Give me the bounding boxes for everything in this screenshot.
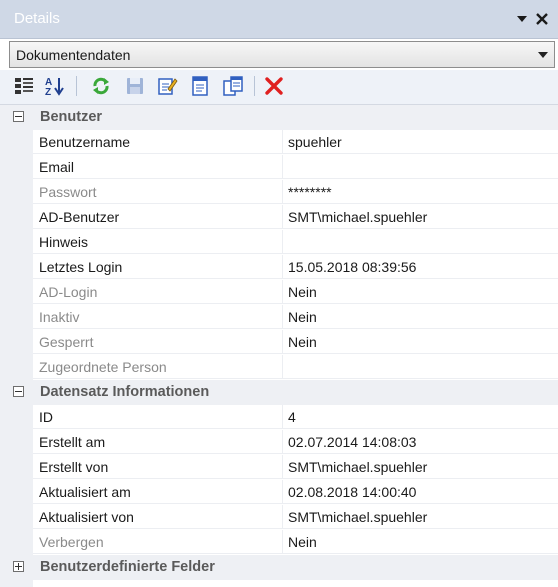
property-name: Email: [33, 155, 283, 179]
property-value[interactable]: SMT\michael.spuehler: [283, 205, 558, 229]
collapse-icon[interactable]: [13, 386, 24, 397]
property-value[interactable]: 02.07.2014 14:08:03: [283, 430, 558, 454]
category-label: Benutzer: [40, 109, 103, 125]
edit-icon[interactable]: [156, 75, 178, 97]
property-name: Passwort: [33, 180, 283, 204]
property-value[interactable]: ********: [283, 180, 558, 204]
toolbar-separator: [254, 76, 255, 96]
property-row-aktualisiert-am[interactable]: Aktualisiert am 02.08.2018 14:00:40: [0, 480, 558, 505]
toolbar: AZ: [0, 70, 558, 104]
property-name: Aktualisiert am: [33, 480, 283, 504]
property-value[interactable]: 4: [283, 405, 558, 429]
property-name: Verbergen: [33, 530, 283, 554]
view-selector-dropdown[interactable]: Dokumentendaten: [9, 41, 555, 68]
property-name: Letztes Login: [33, 255, 283, 279]
property-value[interactable]: Nein: [283, 280, 558, 304]
property-name: Erstellt am: [33, 430, 283, 454]
property-row-ad-benutzer[interactable]: AD-Benutzer SMT\michael.spuehler: [0, 205, 558, 230]
property-row-letztes-login[interactable]: Letztes Login 15.05.2018 08:39:56: [0, 255, 558, 280]
property-name: Benutzername: [33, 130, 283, 154]
property-row-inaktiv[interactable]: Inaktiv Nein: [0, 305, 558, 330]
property-row-hinweis[interactable]: Hinweis: [0, 230, 558, 255]
property-row-aktualisiert-von[interactable]: Aktualisiert von SMT\michael.spuehler: [0, 505, 558, 530]
property-value[interactable]: [283, 155, 558, 179]
property-row-email[interactable]: Email: [0, 155, 558, 180]
delete-icon[interactable]: [263, 75, 285, 97]
property-name: Inaktiv: [33, 305, 283, 329]
property-name: Erstellt von: [33, 455, 283, 479]
property-grid: Benutzer Benutzername spuehler Email Pas…: [0, 104, 558, 587]
category-benutzerdefinierte-felder[interactable]: Benutzerdefinierte Felder: [0, 555, 558, 580]
sort-alphabetical-icon[interactable]: AZ: [44, 75, 66, 98]
property-row-verbergen[interactable]: Verbergen Nein: [0, 530, 558, 555]
view-selector-value: Dokumentendaten: [16, 47, 131, 63]
property-row-zugeordnete-person[interactable]: Zugeordnete Person: [0, 355, 558, 380]
property-row-erstellt-am[interactable]: Erstellt am 02.07.2014 14:08:03: [0, 430, 558, 455]
property-value[interactable]: [283, 230, 558, 254]
property-name: Gesperrt: [33, 330, 283, 354]
svg-text:Z: Z: [45, 87, 51, 97]
property-name: Hinweis: [33, 230, 283, 254]
copy-document-icon[interactable]: [222, 75, 244, 97]
property-value[interactable]: SMT\michael.spuehler: [283, 455, 558, 479]
panel-titlebar: Details: [0, 0, 558, 39]
property-name: Aktualisiert von: [33, 505, 283, 529]
categorized-view-icon[interactable]: [13, 75, 35, 97]
property-name: AD-Benutzer: [33, 205, 283, 229]
property-row-id[interactable]: ID 4: [0, 405, 558, 430]
save-icon[interactable]: [124, 75, 146, 97]
property-value[interactable]: [283, 355, 558, 379]
property-value[interactable]: 15.05.2018 08:39:56: [283, 255, 558, 279]
category-datensatz-informationen[interactable]: Datensatz Informationen: [0, 380, 558, 405]
property-value[interactable]: Nein: [283, 530, 558, 554]
chevron-down-icon: [538, 52, 548, 58]
property-row-erstellt-von[interactable]: Erstellt von SMT\michael.spuehler: [0, 455, 558, 480]
refresh-icon[interactable]: [90, 75, 112, 97]
category-benutzer[interactable]: Benutzer: [0, 105, 558, 130]
property-row-benutzername[interactable]: Benutzername spuehler: [0, 130, 558, 155]
property-name: Zugeordnete Person: [33, 355, 283, 379]
pin-dropdown-icon[interactable]: [514, 11, 530, 27]
close-icon[interactable]: [534, 11, 550, 27]
property-value[interactable]: Nein: [283, 330, 558, 354]
property-value[interactable]: 02.08.2018 14:00:40: [283, 480, 558, 504]
toolbar-separator: [76, 76, 77, 96]
property-name: AD-Login: [33, 280, 283, 304]
property-value[interactable]: spuehler: [283, 130, 558, 154]
property-row-ad-login[interactable]: AD-Login Nein: [0, 280, 558, 305]
property-value[interactable]: Nein: [283, 305, 558, 329]
expand-icon[interactable]: [13, 561, 24, 572]
property-row-passwort[interactable]: Passwort ********: [0, 180, 558, 205]
collapse-icon[interactable]: [13, 111, 24, 122]
panel-title: Details: [14, 10, 60, 27]
document-icon[interactable]: [189, 75, 211, 97]
property-row-gesperrt[interactable]: Gesperrt Nein: [0, 330, 558, 355]
property-name: ID: [33, 405, 283, 429]
category-label: Benutzerdefinierte Felder: [40, 559, 215, 575]
property-value[interactable]: SMT\michael.spuehler: [283, 505, 558, 529]
category-label: Datensatz Informationen: [40, 384, 210, 400]
